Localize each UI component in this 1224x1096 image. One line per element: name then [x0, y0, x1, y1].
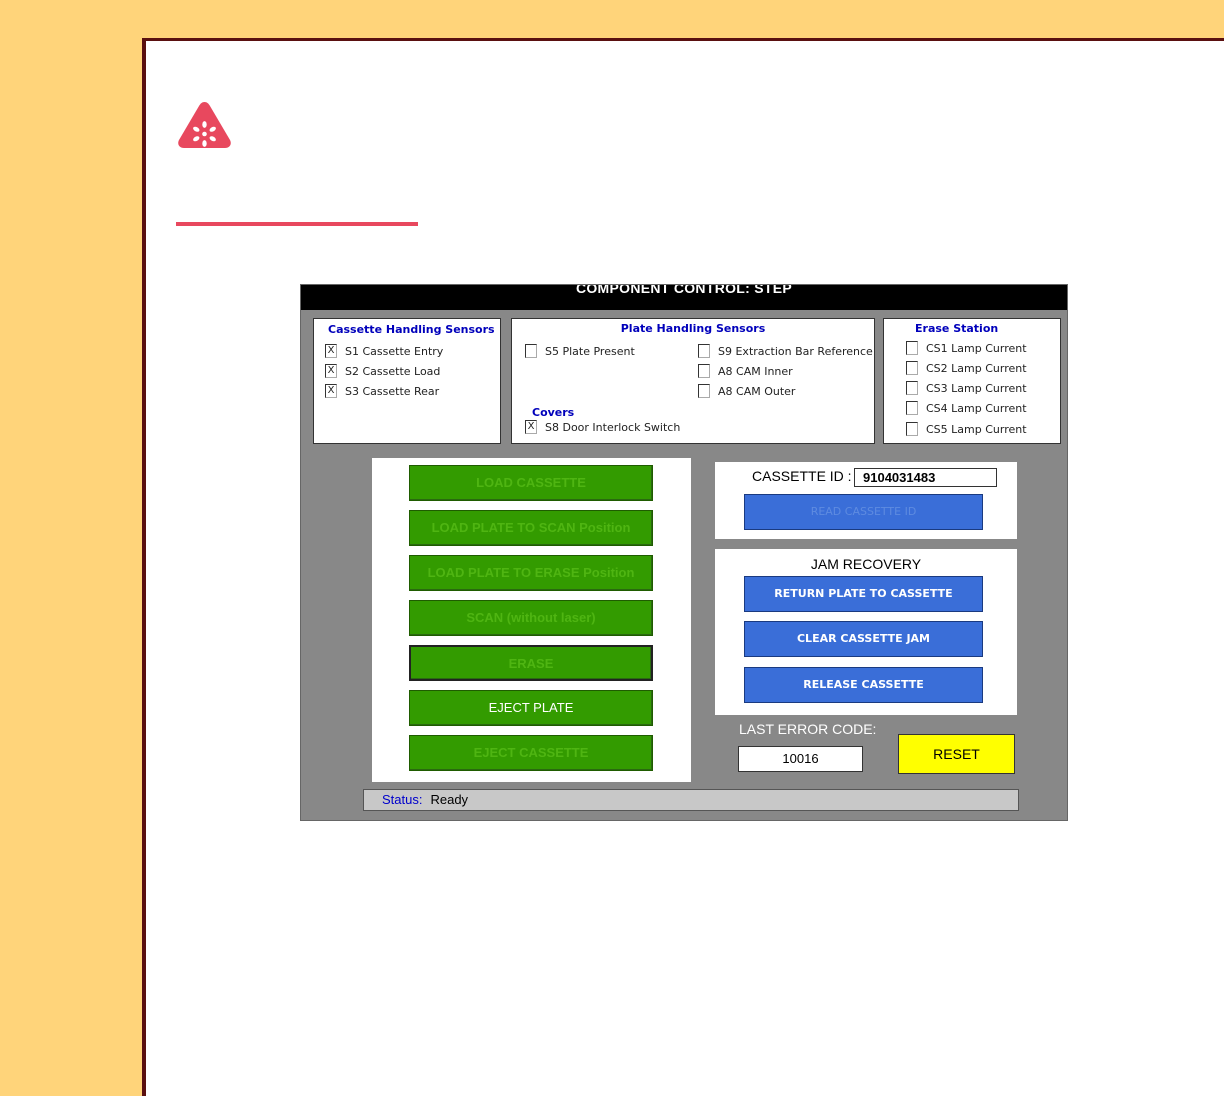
clear-cassette-jam-button[interactable]: CLEAR CASSETTE JAM	[744, 621, 983, 657]
erase-button[interactable]: ERASE	[409, 645, 653, 681]
sensor-checkbox	[698, 364, 710, 378]
lamp-cs3: CS3 Lamp Current	[906, 381, 1027, 397]
status-bar: Status: Ready	[363, 789, 1019, 811]
sensor-label: CS3 Lamp Current	[926, 382, 1027, 395]
status-label: Status:	[382, 792, 423, 807]
last-error-label: LAST ERROR CODE:	[739, 721, 877, 737]
sensor-label: S9 Extraction Bar Reference	[718, 345, 873, 358]
sensor-checkbox: X	[325, 384, 337, 398]
load-cassette-button[interactable]: LOAD CASSETTE	[409, 465, 653, 501]
sensor-checkbox: X	[525, 420, 537, 434]
read-cassette-id-button[interactable]: READ CASSETTE ID	[744, 494, 983, 530]
erase-station-panel: Erase Station CS1 Lamp Current CS2 Lamp …	[883, 318, 1061, 444]
sensor-checkbox	[906, 341, 918, 355]
action-buttons-panel: LOAD CASSETTE LOAD PLATE TO SCAN Positio…	[372, 458, 691, 782]
sensor-checkbox	[906, 422, 918, 436]
sensor-label: S1 Cassette Entry	[345, 345, 444, 358]
load-plate-erase-button[interactable]: LOAD PLATE TO ERASE Position	[409, 555, 653, 591]
sensor-checkbox	[525, 344, 537, 358]
plate-sensors-title: Plate Handling Sensors	[620, 322, 766, 335]
cassette-id-field[interactable]: 9104031483	[854, 468, 997, 487]
sensor-s2: X S2 Cassette Load	[325, 364, 440, 380]
error-code-field: 10016	[738, 746, 863, 772]
important-triangle-icon	[178, 102, 231, 148]
sensor-checkbox	[906, 361, 918, 375]
release-cassette-button[interactable]: RELEASE CASSETTE	[744, 667, 983, 703]
section-rule	[176, 222, 418, 226]
cassette-sensors-title: Cassette Handling Sensors	[328, 323, 495, 336]
sensor-label: CS1 Lamp Current	[926, 342, 1027, 355]
cassette-id-label: CASSETTE ID :	[752, 468, 852, 484]
eject-cassette-button[interactable]: EJECT CASSETTE	[409, 735, 653, 771]
covers-title: Covers	[532, 406, 575, 419]
lamp-cs4: CS4 Lamp Current	[906, 401, 1027, 417]
sensor-label: CS4 Lamp Current	[926, 402, 1027, 415]
screen-title: COMPONENT CONTROL: STEP	[301, 285, 1067, 310]
sensor-label: S8 Door Interlock Switch	[545, 421, 681, 434]
sensor-label: A8 CAM Outer	[718, 385, 796, 398]
status-value: Ready	[430, 792, 469, 807]
sensor-checkbox: X	[325, 344, 337, 358]
plate-sensors-panel: Plate Handling Sensors S5 Plate Present …	[511, 318, 875, 444]
sensor-s9: S9 Extraction Bar Reference	[698, 344, 873, 360]
jam-recovery-title: JAM RECOVERY	[810, 556, 922, 572]
sensor-s8: X S8 Door Interlock Switch	[525, 420, 680, 436]
sensor-label: CS5 Lamp Current	[926, 423, 1027, 436]
sensor-checkbox	[698, 344, 710, 358]
cassette-sensors-panel: Cassette Handling Sensors X S1 Cassette E…	[313, 318, 501, 444]
lamp-cs5: CS5 Lamp Current	[906, 422, 1027, 438]
sensor-s3: X S3 Cassette Rear	[325, 384, 439, 400]
lamp-cs1: CS1 Lamp Current	[906, 341, 1027, 357]
sensor-a8-outer: A8 CAM Outer	[698, 384, 795, 400]
eject-plate-button[interactable]: EJECT PLATE	[409, 690, 653, 726]
sensor-checkbox: X	[325, 364, 337, 378]
sensor-label: S2 Cassette Load	[345, 365, 441, 378]
lamp-cs2: CS2 Lamp Current	[906, 361, 1027, 377]
sensor-label: S5 Plate Present	[545, 345, 635, 358]
sensor-s1: X S1 Cassette Entry	[325, 344, 443, 360]
sensor-a8-inner: A8 CAM Inner	[698, 364, 793, 380]
jam-recovery-panel: JAM RECOVERY RETURN PLATE TO CASSETTE CL…	[715, 549, 1017, 715]
scan-button[interactable]: SCAN (without laser)	[409, 600, 653, 636]
erase-station-title: Erase Station	[915, 322, 999, 335]
sensor-label: A8 CAM Inner	[718, 365, 793, 378]
reset-button[interactable]: RESET	[898, 734, 1015, 774]
load-plate-scan-button[interactable]: LOAD PLATE TO SCAN Position	[409, 510, 653, 546]
sensor-label: S3 Cassette Rear	[345, 385, 440, 398]
component-control-screen: COMPONENT CONTROL: STEP Cassette Handlin…	[300, 284, 1068, 821]
return-plate-button[interactable]: RETURN PLATE TO CASSETTE	[744, 576, 983, 612]
sensor-checkbox	[698, 384, 710, 398]
sensor-label: CS2 Lamp Current	[926, 362, 1027, 375]
sensor-checkbox	[906, 401, 918, 415]
sensor-s5: S5 Plate Present	[525, 344, 635, 360]
sensor-checkbox	[906, 381, 918, 395]
